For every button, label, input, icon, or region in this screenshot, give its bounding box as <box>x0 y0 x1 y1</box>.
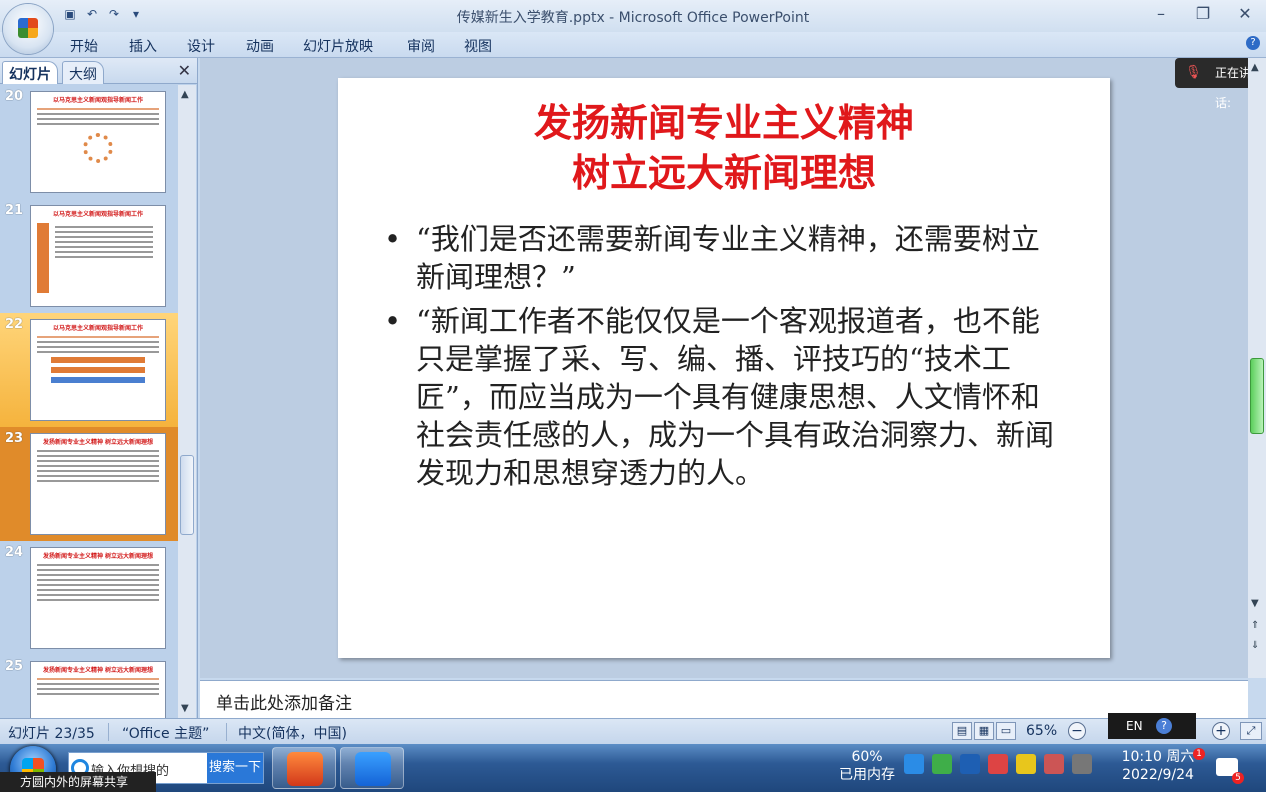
clock-badge: 1 <box>1193 748 1205 760</box>
bullet-item: “新闻工作者不能仅仅是一个客观报道者，也不能只是掌握了采、写、编、播、评技巧的“… <box>384 302 1064 492</box>
scroll-down-icon[interactable]: ▼ <box>1251 598 1259 609</box>
memory-indicator[interactable]: 60% 已用内存 <box>836 748 898 784</box>
tab-home[interactable]: 开始 <box>70 36 98 56</box>
office-button[interactable] <box>3 4 53 54</box>
restore-button[interactable]: ❐ <box>1182 0 1224 28</box>
tab-review[interactable]: 审阅 <box>407 36 435 56</box>
office-logo-icon <box>18 18 38 38</box>
security-shield-icon[interactable] <box>932 754 952 774</box>
slide-thumbnail-20[interactable]: 20 以马克思主义新闻观指导新闻工作 <box>0 85 178 199</box>
tab-design[interactable]: 设计 <box>187 36 215 56</box>
fit-window-icon[interactable]: ⤢ <box>1240 722 1262 740</box>
notification-badge: 5 <box>1232 772 1244 784</box>
app-tray-icon[interactable] <box>960 754 980 774</box>
bullet-item: “我们是否还需要新闻专业主义精神，还需要树立新闻理想？” <box>384 220 1064 296</box>
slide-thumbnail-23[interactable]: 23 发扬新闻专业主义精神 树立远大新闻理想 <box>0 427 178 541</box>
tab-slideshow[interactable]: 幻灯片放映 <box>303 36 373 56</box>
ribbon-tabs: 开始 插入 设计 动画 幻灯片放映 审阅 视图 ? <box>0 32 1266 58</box>
tab-animation[interactable]: 动画 <box>246 36 274 56</box>
thumbnail-scrollbar[interactable]: ▲ ▼ <box>178 85 196 718</box>
current-slide[interactable]: 发扬新闻专业主义精神 树立远大新闻理想 “我们是否还需要新闻专业主义精神，还需要… <box>338 78 1110 658</box>
search-button[interactable]: 搜索一下 <box>207 753 263 783</box>
taskbar-powerpoint[interactable] <box>272 747 336 789</box>
screen-share-label: 方圆内外的屏幕共享 <box>0 772 156 792</box>
previous-slide-icon[interactable]: ⇑ <box>1251 620 1259 631</box>
slide-thumbnail-21[interactable]: 21 以马克思主义新闻观指导新闻工作 <box>0 199 178 313</box>
next-slide-icon[interactable]: ⇓ <box>1251 640 1259 651</box>
taskbar: 输入你想搜的 搜索一下 60% 已用内存 10:10 周六 2022/9/24 … <box>0 744 1266 792</box>
notes-placeholder: 单击此处添加备注 <box>216 694 352 714</box>
ime-help-icon[interactable]: ? <box>1156 718 1172 734</box>
ime-toolbar[interactable]: EN ? <box>1108 713 1196 739</box>
tab-slides[interactable]: 幻灯片 <box>2 61 58 84</box>
meeting-tray-icon[interactable] <box>904 754 924 774</box>
zoom-in-icon[interactable]: + <box>1212 722 1230 740</box>
clock[interactable]: 10:10 周六 2022/9/24 <box>1118 748 1198 784</box>
help-icon[interactable]: ? <box>1246 36 1260 50</box>
editor-scrollbar[interactable]: ▲ ▼ ⇑ ⇓ <box>1248 58 1266 678</box>
tab-outline[interactable]: 大纲 <box>62 61 104 84</box>
slide-thumbnail-25[interactable]: 25 发扬新闻专业主义精神 树立远大新闻理想 <box>0 655 178 718</box>
slide-thumbnail-22[interactable]: 22 以马克思主义新闻观指导新闻工作 <box>0 313 178 427</box>
notes-pane[interactable]: 单击此处添加备注 <box>200 680 1248 718</box>
scroll-up-icon[interactable]: ▲ <box>1251 62 1259 73</box>
system-tray <box>904 754 1092 774</box>
scroll-thumb[interactable] <box>1250 358 1264 434</box>
update-tray-icon[interactable] <box>1016 754 1036 774</box>
meeting-app-icon <box>355 752 391 786</box>
slide-body[interactable]: “我们是否还需要新闻专业主义精神，还需要树立新闻理想？” “新闻工作者不能仅仅是… <box>384 220 1064 498</box>
slide-thumbnail-24[interactable]: 24 发扬新闻专业主义精神 树立远大新闻理想 <box>0 541 178 655</box>
language-status[interactable]: 中文(简体，中国) <box>238 723 347 743</box>
powerpoint-icon <box>287 752 323 786</box>
slide-title[interactable]: 发扬新闻专业主义精神 树立远大新闻理想 <box>338 98 1110 198</box>
scroll-thumb[interactable] <box>180 455 194 535</box>
slide-sorter-icon[interactable]: ▦ <box>974 722 994 740</box>
slideshow-view-icon[interactable]: ▭ <box>996 722 1016 740</box>
close-button[interactable]: ✕ <box>1224 0 1266 28</box>
status-bar: 幻灯片 23/35 “Office 主题” 中文(简体，中国) ▤ ▦ ▭ 65… <box>0 718 1266 744</box>
normal-view-icon[interactable]: ▤ <box>952 722 972 740</box>
title-bar: ▣ ↶ ↷ ▾ 传媒新生入学教育.pptx - Microsoft Office… <box>0 0 1266 32</box>
scroll-down-icon[interactable]: ▼ <box>181 703 189 714</box>
slide-counter: 幻灯片 23/35 <box>8 726 95 742</box>
taskbar-meeting-app[interactable] <box>340 747 404 789</box>
theme-name: “Office 主题” <box>122 726 210 742</box>
close-pane-icon[interactable]: ✕ <box>178 61 191 80</box>
scroll-up-icon[interactable]: ▲ <box>181 89 189 100</box>
muted-mic-icon: 🎙 <box>1185 65 1202 80</box>
zoom-level[interactable]: 65% <box>1026 723 1057 739</box>
tab-view[interactable]: 视图 <box>464 36 492 56</box>
network-tray-icon[interactable] <box>988 754 1008 774</box>
slides-pane: 幻灯片 大纲 ✕ 20 以马克思主义新闻观指导新闻工作 21 以马克思主义新闻观… <box>0 58 198 718</box>
display-tray-icon[interactable] <box>1072 754 1092 774</box>
volume-muted-icon[interactable] <box>1044 754 1064 774</box>
zoom-out-icon[interactable]: − <box>1068 722 1086 740</box>
minimize-button[interactable]: – <box>1140 0 1182 28</box>
tab-insert[interactable]: 插入 <box>129 36 157 56</box>
window-title: 传媒新生入学教育.pptx - Microsoft Office PowerPo… <box>456 10 810 26</box>
slide-editor: 发扬新闻专业主义精神 树立远大新闻理想 “我们是否还需要新闻专业主义精神，还需要… <box>200 58 1248 678</box>
